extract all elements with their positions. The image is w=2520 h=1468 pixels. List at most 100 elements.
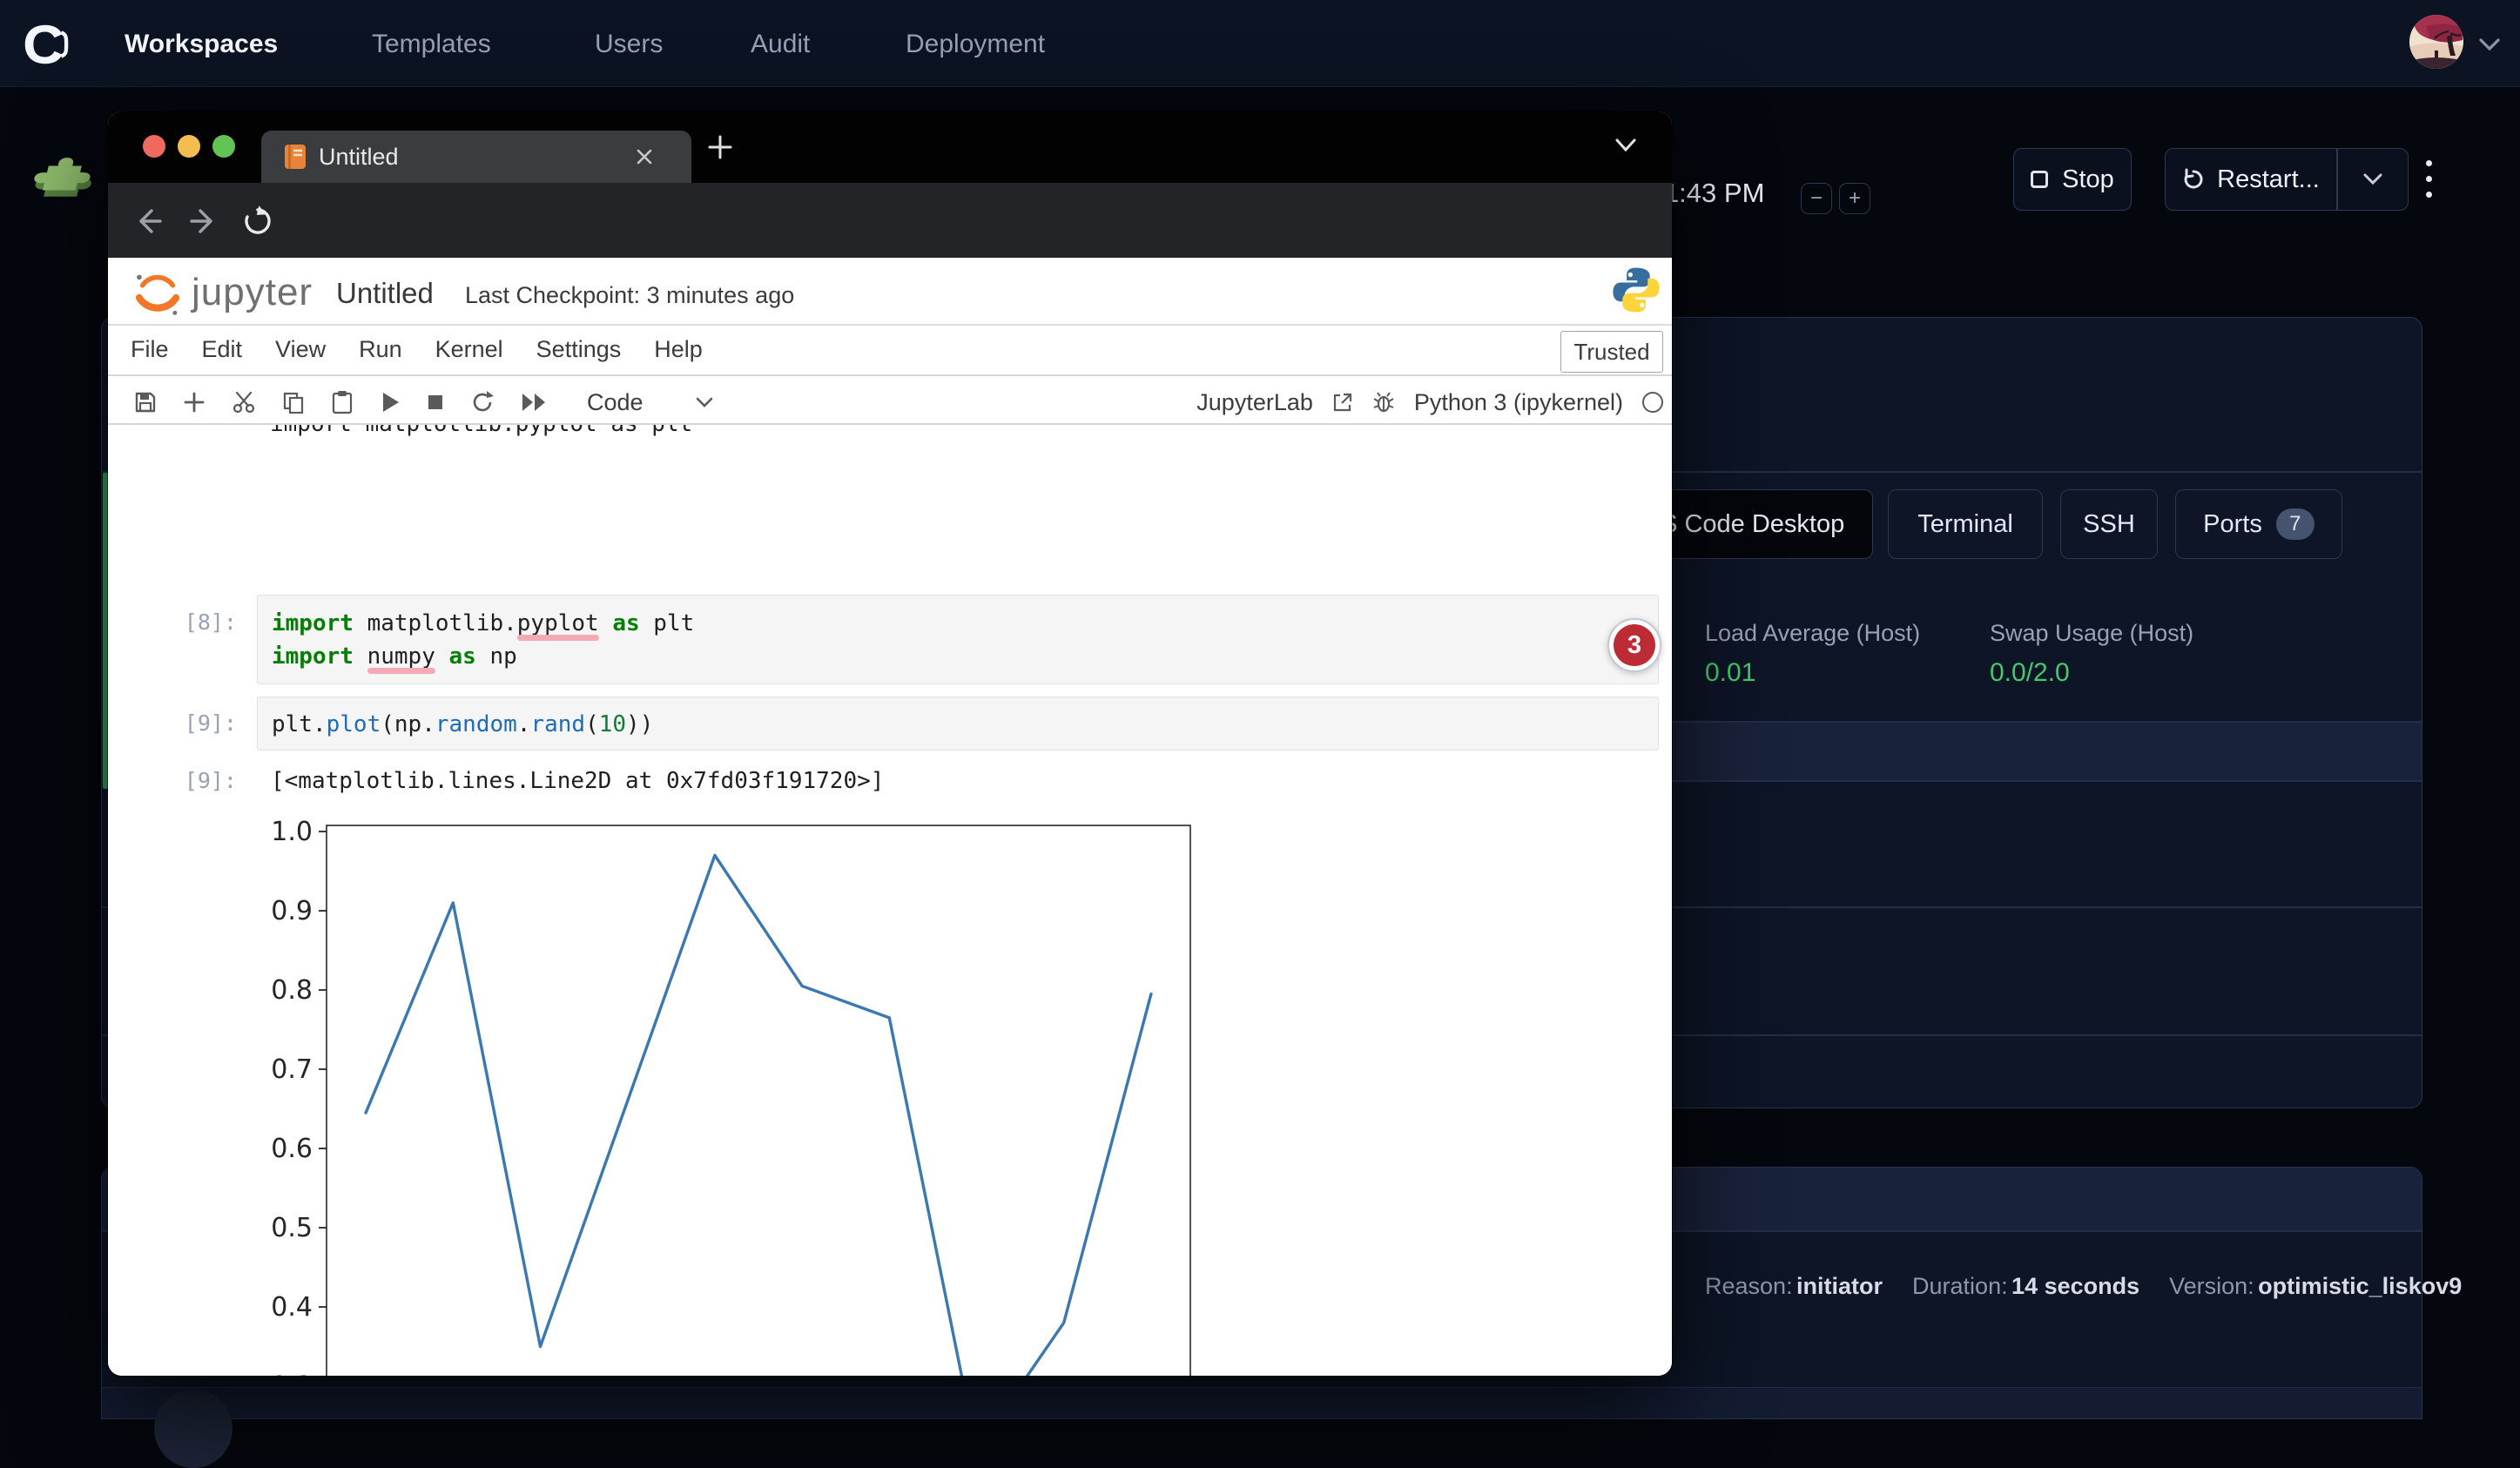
ports-label: Ports [2203,510,2262,539]
menu-kernel[interactable]: Kernel [435,336,503,363]
restart-workspace-split-button: Restart... [2165,148,2409,211]
stop-label: Stop [2062,165,2114,194]
menu-file[interactable]: File [131,336,169,363]
terminal-button[interactable]: Terminal [1888,489,2043,559]
nav-item-workspaces[interactable]: Workspaces [125,30,278,59]
menu-edit[interactable]: Edit [202,336,243,363]
forward-icon[interactable] [188,205,219,237]
chevron-down-icon [2363,173,2382,185]
jupyter-logo [131,266,185,320]
duration-label: Duration: [1912,1273,2008,1299]
paste-icon[interactable] [331,390,354,414]
user-avatar[interactable] [2409,14,2464,70]
menu-settings[interactable]: Settings [536,336,622,363]
restart-label: Restart... [2217,165,2320,194]
nav-item-deployment[interactable]: Deployment [906,30,1045,59]
svg-text:0.6: 0.6 [271,1134,313,1164]
ports-count-badge: 7 [2276,508,2314,540]
code-cell[interactable]: import matplotlib.pyplot as plt import n… [257,595,1659,684]
zoom-out-button[interactable]: − [1801,183,1832,214]
user-menu-chevron-icon[interactable] [2478,37,2501,52]
jupyter-menubar: File Edit View Run Kernel Settings Help [131,336,703,363]
restart-kernel-icon[interactable] [470,391,495,414]
coder-logo-icon[interactable] [19,19,70,70]
menu-run[interactable]: Run [359,336,402,363]
swap-usage-label: Swap Usage (Host) [1990,620,2193,647]
ssh-button[interactable]: SSH [2060,489,2158,559]
back-icon[interactable] [132,205,164,237]
code-cell[interactable]: plt.plot(np.random.rand(10)) [257,697,1659,751]
notebook-title[interactable]: Untitled [336,277,434,310]
svg-text:0.7: 0.7 [271,1054,313,1085]
version-value: optimistic_liskov9 [2258,1273,2462,1299]
trusted-button[interactable]: Trusted [1560,331,1663,373]
window-close-button[interactable] [143,135,165,158]
extension-badge[interactable]: 3 [1607,618,1661,672]
browser-window: Untitled 5555--main- [108,111,1672,1376]
interrupt-kernel-icon[interactable] [427,394,444,411]
checkpoint-status: Last Checkpoint: 3 minutes ago [465,282,794,309]
tab-search-chevron-icon[interactable] [1614,138,1637,153]
stop-workspace-button[interactable]: Stop [2013,148,2132,211]
svg-text:0.3: 0.3 [271,1371,313,1376]
ports-button[interactable]: Ports 7 [2175,489,2342,559]
cut-icon[interactable] [232,390,256,414]
output-text: [<matplotlib.lines.Line2D at 0x7fd03f191… [271,764,884,798]
top-navigation: Workspaces Templates Users Audit Deploym… [0,0,2520,87]
kernel-status-icon [1642,392,1663,413]
notebook-scroll-area[interactable]: import matplotlib.pyplot as plt [8]: imp… [108,425,1672,1376]
menu-view[interactable]: View [275,336,326,363]
output-prompt: [9]: [143,768,237,793]
reason-value: initiator [1796,1273,1883,1299]
vscode-desktop-label: VS Code Desktop [1644,510,1845,539]
nav-item-templates[interactable]: Templates [372,30,491,59]
code-line: plt.plot(np.random.rand(10)) [272,708,1644,741]
browser-tab[interactable]: Untitled [261,131,691,183]
new-tab-icon[interactable] [707,134,733,160]
restart-run-all-icon[interactable] [521,392,549,413]
kernel-name[interactable]: Python 3 (ipykernel) [1414,389,1623,416]
swap-usage-value: 0.0/2.0 [1990,658,2070,688]
window-minimize-button[interactable] [178,135,200,158]
reload-icon[interactable] [242,205,273,237]
stop-square-icon [2031,171,2048,188]
jupyter-toolbar: Code [134,381,713,423]
menu-help[interactable]: Help [654,336,703,363]
notebook-file-icon [284,144,307,170]
clipped-code-sliver: import matplotlib.pyplot as plt [270,425,692,437]
build-meta-row: Reason: initiator Duration: 14 seconds V… [1705,1273,2462,1300]
copy-icon[interactable] [282,391,305,414]
add-cell-icon[interactable] [183,391,206,414]
run-icon[interactable] [380,391,401,414]
workspace-avatar-peek [154,1390,232,1468]
nav-item-users[interactable]: Users [595,30,663,59]
zoom-in-button[interactable]: + [1839,183,1870,214]
jupyter-brand: jupyter [192,271,313,314]
debugger-bug-icon[interactable] [1372,391,1395,414]
external-link-icon[interactable] [1332,392,1353,413]
cell-prompt: [8]: [143,609,237,635]
duration-value: 14 seconds [2011,1273,2139,1299]
version-label: Version: [2169,1273,2254,1299]
ssh-label: SSH [2083,510,2135,539]
matplotlib-figure: 0.20.30.40.50.60.70.80.91.002468 [261,818,1219,1376]
jupyterlab-link[interactable]: JupyterLab [1196,389,1313,416]
browser-toolbar: 5555--main--test--matifali.atif.cdr.dev/… [108,183,1672,258]
svg-text:0.4: 0.4 [271,1292,313,1323]
window-zoom-button[interactable] [212,135,235,158]
svg-text:1.0: 1.0 [271,818,313,847]
nav-item-audit[interactable]: Audit [751,30,810,59]
cell-type-select[interactable]: Code [587,389,643,416]
restart-workspace-button[interactable]: Restart... [2166,149,2336,210]
tab-close-icon[interactable] [634,146,655,167]
browser-tabstrip: Untitled [108,111,1672,183]
svg-text:0.8: 0.8 [271,975,313,1006]
tab-title: Untitled [319,144,399,171]
jupyter-page: jupyter Untitled Last Checkpoint: 3 minu… [108,258,1672,1376]
save-icon[interactable] [134,391,157,414]
load-average-value: 0.01 [1705,658,1755,688]
cell-type-chevron-icon[interactable] [696,397,713,408]
badge-count: 3 [1614,624,1655,666]
restart-options-chevron-button[interactable] [2338,149,2409,210]
workspace-menu-kebab-icon[interactable] [2426,160,2432,198]
